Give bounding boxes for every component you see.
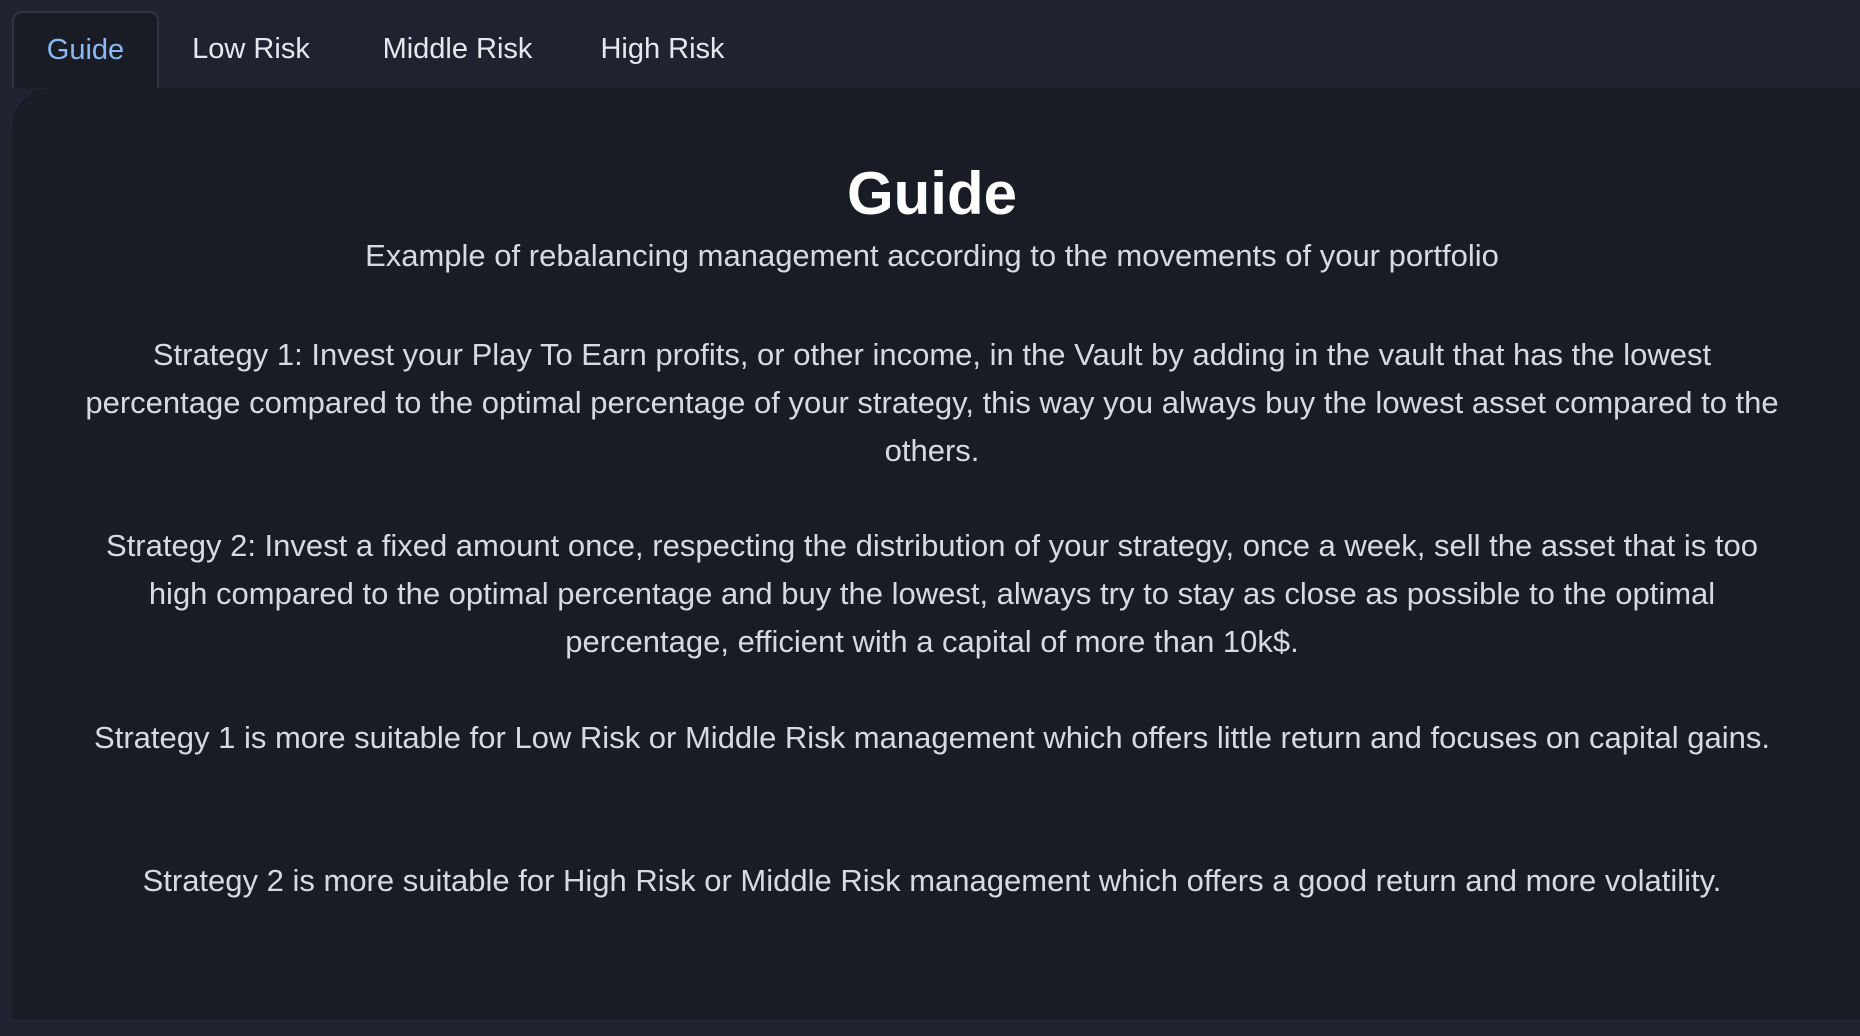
tab-guide[interactable]: Guide bbox=[12, 11, 159, 88]
strategy-2-description: Strategy 2: Invest a fixed amount once, … bbox=[106, 528, 1758, 659]
tab-high-risk[interactable]: High Risk bbox=[590, 11, 735, 88]
strategy-2-suitability: Strategy 2 is more suitable for High Ris… bbox=[142, 863, 1722, 898]
strategy-1-suitability: Strategy 1 is more suitable for Low Risk… bbox=[94, 720, 1770, 755]
tab-low-risk[interactable]: Low Risk bbox=[180, 11, 322, 88]
tab-bar: Guide Low Risk Middle Risk High Risk bbox=[0, 0, 1860, 88]
guide-panel: Guide Example of rebalancing management … bbox=[12, 88, 1860, 1019]
page-subtitle: Example of rebalancing management accord… bbox=[365, 238, 1499, 273]
strategy-1-description: Strategy 1: Invest your Play To Earn pro… bbox=[85, 337, 1779, 468]
tab-middle-risk[interactable]: Middle Risk bbox=[365, 11, 550, 88]
page-title: Guide bbox=[846, 160, 1017, 227]
